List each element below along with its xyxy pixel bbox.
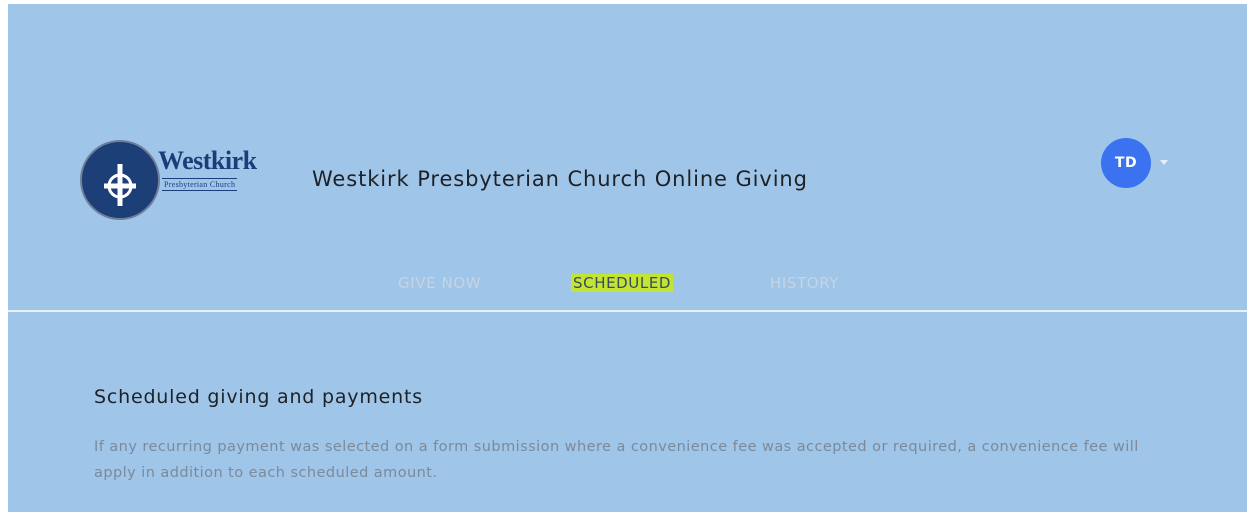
church-logo[interactable]: Westkirk Presbyterian Church [80, 140, 290, 224]
site-title: Westkirk Presbyterian Church Online Givi… [312, 167, 808, 191]
header: Westkirk Presbyterian Church Westkirk Pr… [8, 4, 1247, 310]
section-description: If any recurring payment was selected on… [94, 439, 1139, 481]
tab-give-now[interactable]: GIVE NOW [398, 274, 481, 292]
header-divider [8, 310, 1247, 312]
logo-wordmark: Westkirk [158, 146, 257, 175]
section-title: Scheduled giving and payments [94, 386, 423, 408]
nav-tabs: GIVE NOW SCHEDULED HISTORY [8, 270, 1247, 300]
celtic-cross-icon [80, 140, 160, 220]
user-avatar[interactable]: TD [1101, 138, 1151, 188]
chevron-down-icon[interactable] [1160, 160, 1168, 165]
app-frame: Westkirk Presbyterian Church Westkirk Pr… [8, 4, 1247, 512]
tab-scheduled[interactable]: SCHEDULED [571, 274, 674, 292]
logo-subtitle: Presbyterian Church [162, 178, 238, 191]
tab-history[interactable]: HISTORY [770, 274, 839, 292]
